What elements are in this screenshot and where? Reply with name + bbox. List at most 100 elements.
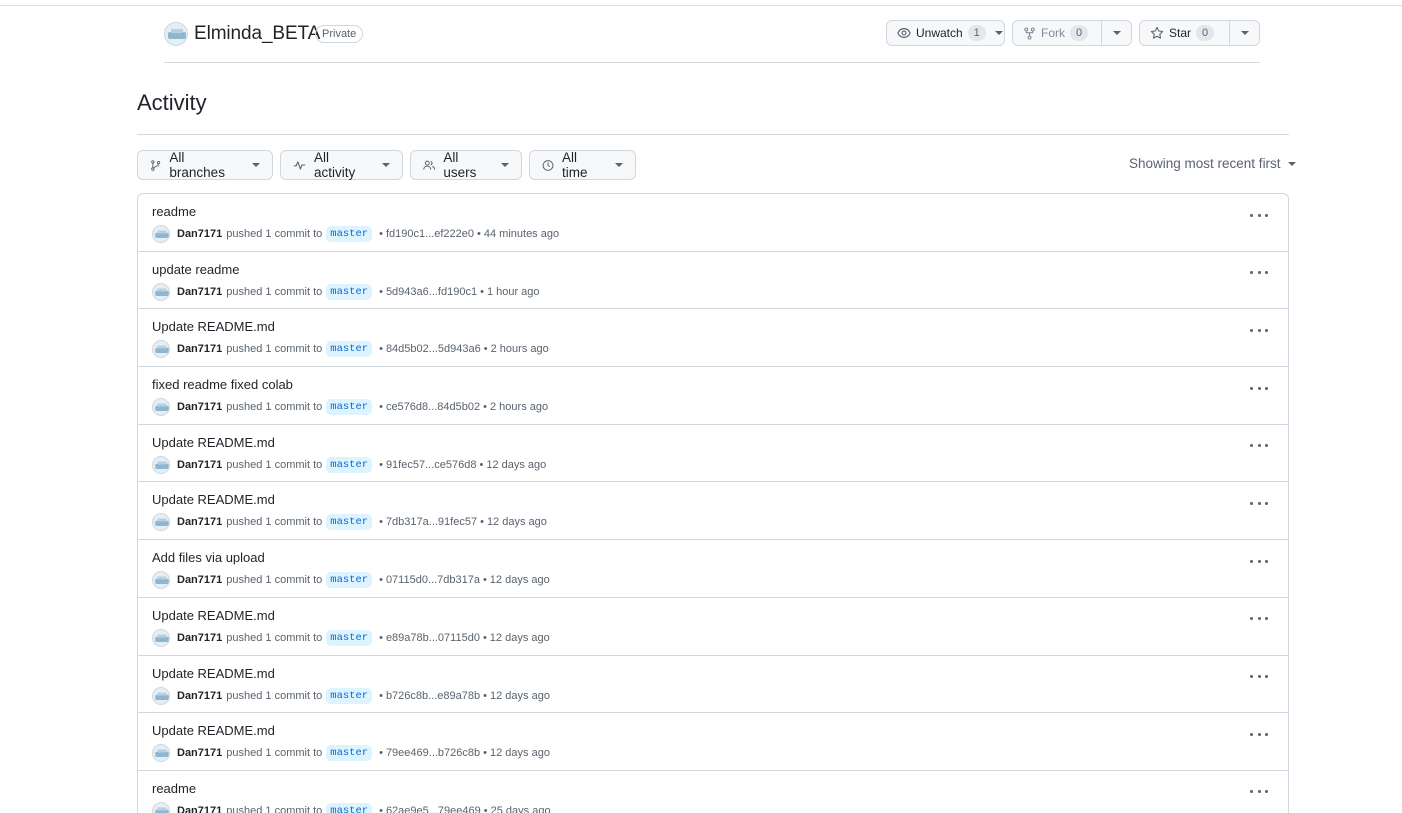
avatar[interactable]: [152, 513, 170, 532]
branch-link[interactable]: master: [326, 283, 373, 300]
fork-button[interactable]: Fork 0: [1013, 21, 1101, 45]
compare-link[interactable]: ce576d8...84d5b02: [386, 401, 480, 413]
user-link[interactable]: Dan7171: [177, 459, 222, 471]
kebab-menu-icon[interactable]: [1250, 266, 1268, 280]
branch-link[interactable]: master: [326, 687, 373, 704]
timestamp: 12 days ago: [490, 689, 550, 702]
branch-link[interactable]: master: [326, 629, 373, 646]
watch-button[interactable]: Unwatch 1: [886, 20, 1005, 46]
branch-link[interactable]: master: [326, 226, 373, 242]
user-link[interactable]: Dan7171: [177, 401, 222, 413]
commit-message-link[interactable]: update readme: [152, 262, 239, 277]
avatar[interactable]: [152, 628, 170, 647]
chevron-down-icon: [252, 163, 260, 167]
avatar[interactable]: [152, 571, 170, 590]
timestamp: 2 hours ago: [490, 401, 549, 414]
watch-counter: 1: [967, 25, 986, 41]
commit-message-link[interactable]: readme: [152, 781, 196, 796]
fork-dropdown-button[interactable]: [1101, 21, 1131, 45]
star-button[interactable]: Star 0: [1140, 21, 1229, 45]
branch-icon: [151, 159, 161, 171]
action-text: pushed 1 commit to: [226, 343, 323, 356]
list-item: readme Dan7171 pushed 1 commit to master • fd…: [138, 194, 1288, 252]
kebab-menu-icon[interactable]: [1250, 208, 1268, 222]
branch-link[interactable]: master: [326, 572, 373, 589]
kebab-menu-icon[interactable]: [1250, 381, 1268, 395]
branch-link[interactable]: master: [326, 399, 373, 416]
user-link[interactable]: Dan7171: [177, 343, 222, 355]
clock-icon: [542, 159, 554, 171]
user-link[interactable]: Dan7171: [177, 747, 222, 759]
chevron-down-icon: [1112, 31, 1121, 35]
kebab-menu-icon[interactable]: [1250, 670, 1268, 684]
kebab-menu-icon[interactable]: [1250, 612, 1268, 626]
separator-dot: •: [379, 804, 383, 813]
branch-link[interactable]: master: [326, 745, 373, 762]
kebab-menu-icon[interactable]: [1250, 727, 1268, 741]
compare-link[interactable]: b726c8b...e89a78b: [386, 690, 480, 702]
kebab-menu-icon[interactable]: [1250, 496, 1268, 510]
repo-owner-avatar[interactable]: [164, 22, 188, 46]
compare-link[interactable]: 5d943a6...fd190c1: [386, 286, 477, 298]
compare-link[interactable]: 84d5b02...5d943a6: [386, 343, 481, 355]
repo-name-link[interactable]: Elminda_BETA: [194, 23, 320, 45]
avatar[interactable]: [152, 744, 170, 763]
user-link[interactable]: Dan7171: [177, 574, 222, 586]
star-dropdown-button[interactable]: [1229, 21, 1259, 45]
avatar[interactable]: [152, 686, 170, 705]
branch-link[interactable]: master: [326, 514, 373, 531]
branches-filter-label: All branches: [169, 150, 225, 180]
branches-filter[interactable]: All branches: [137, 150, 273, 180]
user-link[interactable]: Dan7171: [177, 805, 222, 813]
branch-link[interactable]: master: [326, 802, 373, 813]
compare-link[interactable]: 79ee469...b726c8b: [386, 747, 480, 759]
kebab-menu-icon[interactable]: [1250, 439, 1268, 453]
commit-message-link[interactable]: readme: [152, 204, 196, 219]
action-text: pushed 1 commit to: [226, 689, 323, 702]
branch-link[interactable]: master: [326, 341, 373, 358]
timestamp: 44 minutes ago: [483, 228, 560, 240]
kebab-menu-icon[interactable]: [1250, 785, 1268, 799]
avatar[interactable]: [152, 801, 170, 813]
separator-dot: •: [482, 631, 487, 644]
commit-message-link[interactable]: Update README.md: [152, 435, 275, 450]
compare-link[interactable]: fd190c1...ef222e0: [386, 228, 474, 240]
visibility-badge: Private: [315, 25, 364, 43]
separator-dot: •: [379, 228, 383, 240]
compare-link[interactable]: 07115d0...7db317a: [386, 574, 480, 586]
commit-message-link[interactable]: Update README.md: [152, 666, 275, 681]
commit-message-link[interactable]: Update README.md: [152, 319, 275, 334]
compare-link[interactable]: e89a78b...07115d0: [386, 632, 480, 644]
kebab-menu-icon[interactable]: [1250, 554, 1268, 568]
timestamp: 1 hour ago: [486, 285, 540, 298]
compare-link[interactable]: 7db317a...91fec57: [386, 516, 477, 528]
branch-link[interactable]: master: [326, 456, 373, 473]
commit-message-link[interactable]: Add files via upload: [152, 550, 265, 565]
user-link[interactable]: Dan7171: [177, 286, 222, 298]
activity-meta: Dan7171 pushed 1 commit to master • 91fec57.…: [152, 455, 546, 474]
user-link[interactable]: Dan7171: [177, 228, 222, 240]
avatar[interactable]: [152, 398, 170, 417]
commit-message-link[interactable]: Update README.md: [152, 723, 275, 738]
commit-message-link[interactable]: fixed readme fixed colab: [152, 377, 293, 392]
avatar[interactable]: [152, 340, 170, 359]
kebab-menu-icon[interactable]: [1250, 323, 1268, 337]
user-link[interactable]: Dan7171: [177, 690, 222, 702]
user-link[interactable]: Dan7171: [177, 632, 222, 644]
avatar[interactable]: [152, 225, 170, 243]
list-item: Update README.md Dan7171 pushed 1 commit t…: [138, 482, 1288, 541]
users-filter[interactable]: All users: [410, 150, 522, 180]
sort-dropdown[interactable]: Showing most recent first: [1129, 156, 1296, 171]
avatar[interactable]: [152, 455, 170, 474]
compare-link[interactable]: 62ae9e5...79ee469: [386, 805, 481, 813]
activity-filter[interactable]: All activity: [280, 150, 403, 180]
user-link[interactable]: Dan7171: [177, 516, 222, 528]
commit-message-link[interactable]: Update README.md: [152, 608, 275, 623]
time-filter[interactable]: All time: [529, 150, 636, 180]
watch-main[interactable]: Unwatch 1: [887, 21, 1004, 45]
compare-link[interactable]: 91fec57...ce576d8: [386, 459, 477, 471]
commit-message-link[interactable]: Update README.md: [152, 492, 275, 507]
avatar[interactable]: [152, 282, 170, 301]
separator-dot: •: [477, 228, 481, 240]
action-text: pushed 1 commit to: [226, 228, 323, 240]
